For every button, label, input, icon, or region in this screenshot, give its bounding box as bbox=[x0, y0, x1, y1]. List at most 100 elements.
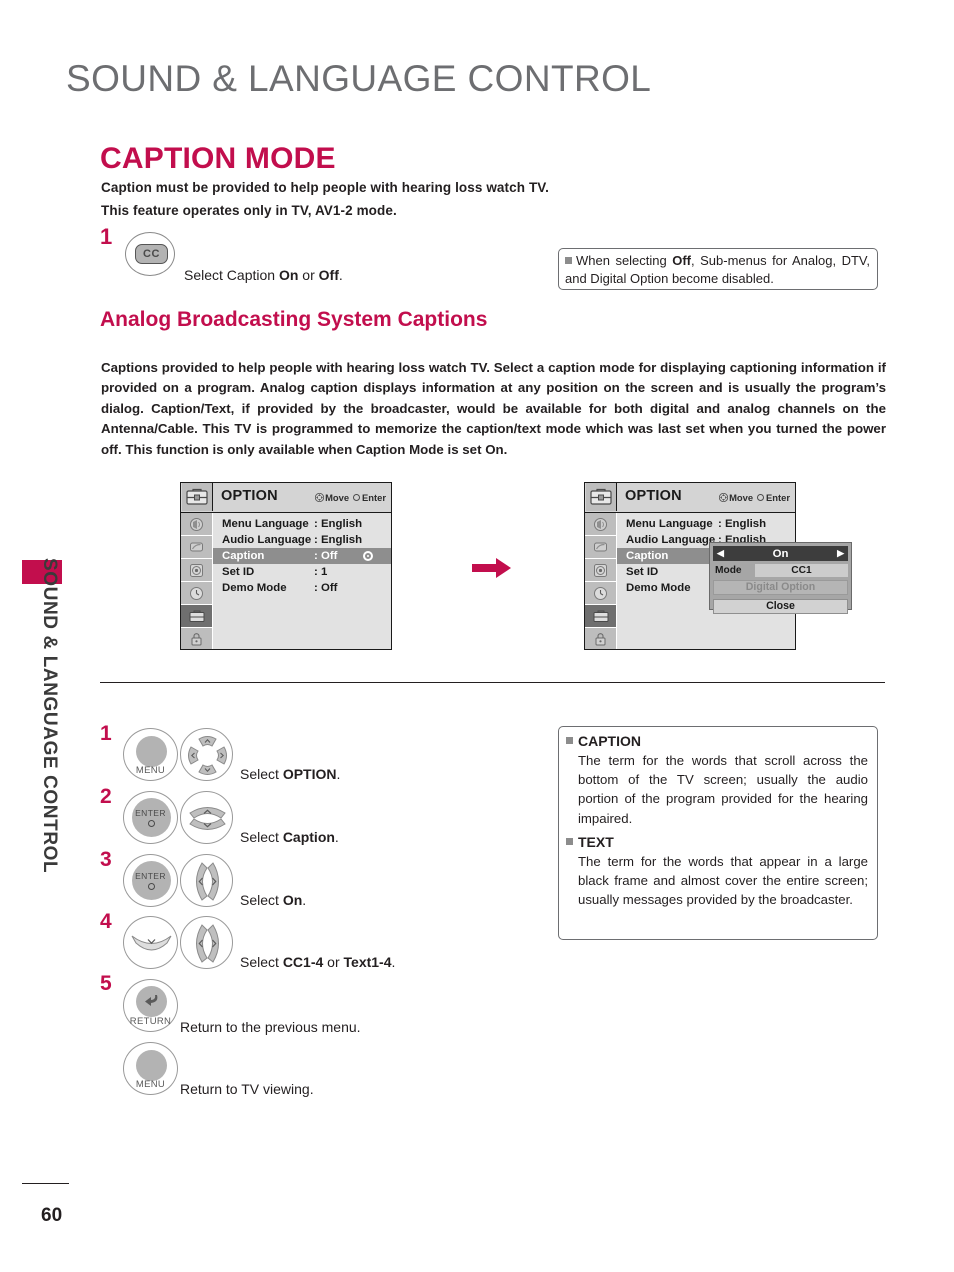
step-5-text: Return to the previous menu. bbox=[180, 1019, 361, 1035]
return-button-label: RETURN bbox=[129, 1016, 172, 1027]
chevron-left-icon[interactable]: ◀ bbox=[717, 549, 724, 558]
popup-mode-label: Mode bbox=[715, 565, 742, 576]
paragraph-bold-caption: Caption bbox=[355, 441, 406, 457]
bullet-square-icon bbox=[566, 837, 573, 845]
osd-row-label: Caption bbox=[222, 550, 265, 562]
menu-button-dot bbox=[136, 736, 167, 767]
dpad-4way-icon bbox=[188, 736, 227, 775]
osd-hint-enter-right: Enter bbox=[766, 492, 790, 503]
enter-dot-icon bbox=[353, 494, 361, 501]
osd-row-label: Demo Mode bbox=[626, 582, 691, 594]
return-button[interactable]: RETURN bbox=[123, 979, 178, 1032]
osd-row-label: Set ID bbox=[626, 566, 659, 578]
dpad-icon bbox=[315, 493, 325, 502]
step-2-text: Select Caption. bbox=[240, 829, 339, 845]
osd-row[interactable]: Set ID : 1 bbox=[213, 564, 391, 580]
popup-digital-option-button[interactable]: Digital Option bbox=[713, 580, 848, 595]
down-button-4[interactable] bbox=[123, 916, 178, 969]
osd-row[interactable]: Demo Mode : Off bbox=[213, 580, 391, 596]
step-3-bold: On bbox=[282, 892, 303, 908]
intro-line-2: This feature operates only in TV, AV1-2 … bbox=[101, 203, 397, 218]
leftright-button-3[interactable] bbox=[180, 854, 233, 907]
step-1-suffix: . bbox=[336, 766, 341, 782]
dpad-4way-button[interactable] bbox=[180, 728, 233, 781]
popup-close-button[interactable]: Close bbox=[713, 599, 848, 614]
step-number-1: 1 bbox=[100, 722, 112, 745]
step-4-text: Select CC1-4 or Text1-4. bbox=[240, 954, 395, 970]
step-number-2: 2 bbox=[100, 785, 112, 808]
osd-rail-left bbox=[181, 513, 213, 651]
rail-item-option[interactable] bbox=[585, 605, 616, 628]
osd-row-value: : 1 bbox=[314, 566, 328, 578]
radio-indicator-icon bbox=[363, 551, 373, 561]
osd-row-label: Audio Language bbox=[222, 534, 312, 546]
menu-return-text: Return to TV viewing. bbox=[180, 1081, 314, 1097]
caption-popup: ◀ On ▶ Mode CC1 Digital Option Close bbox=[709, 542, 852, 614]
osd-row-value: : English bbox=[718, 518, 767, 530]
cc-button[interactable]: CC bbox=[125, 232, 175, 276]
rail-item-screen[interactable] bbox=[181, 536, 212, 559]
note-box: When selecting Off, Sub-menus for Analog… bbox=[558, 248, 878, 290]
info-caption-heading-label: CAPTION bbox=[578, 733, 641, 749]
enter-button-label: ENTER bbox=[135, 808, 166, 818]
osd-row[interactable]: Menu Language : English bbox=[617, 516, 795, 532]
osd-hint-left: Move Enter bbox=[315, 492, 386, 503]
rail-item-lock[interactable] bbox=[585, 628, 616, 651]
note-text: When selecting Off, Sub-menus for Analog… bbox=[565, 252, 870, 288]
osd-title-right: OPTION bbox=[625, 488, 682, 504]
enter-dot-icon bbox=[148, 883, 155, 890]
popup-state-value: On bbox=[772, 547, 789, 560]
page-number: 60 bbox=[41, 1205, 63, 1226]
osd-row-caption[interactable]: Caption : Off bbox=[213, 548, 391, 564]
enter-button-2[interactable]: ENTER bbox=[123, 791, 178, 844]
rail-item-time[interactable] bbox=[585, 582, 616, 605]
step-2-suffix: . bbox=[334, 829, 339, 845]
rail-item-picture[interactable] bbox=[181, 513, 212, 536]
step-number-4: 4 bbox=[100, 910, 112, 933]
osd-row-value: : Off bbox=[314, 582, 338, 594]
osd-menu-left: OPTION Move Enter Menu Language : English bbox=[180, 482, 392, 651]
osd-hint-move-left: Move bbox=[325, 492, 350, 503]
osd-title-left: OPTION bbox=[221, 488, 278, 504]
rail-item-lock[interactable] bbox=[181, 628, 212, 651]
enter-dot-icon bbox=[148, 820, 155, 827]
cc-instruction-mid: or bbox=[298, 267, 319, 283]
up-down-arrows-icon bbox=[189, 807, 226, 830]
step-number-5: 5 bbox=[100, 972, 112, 995]
popup-state-row[interactable]: ◀ On ▶ bbox=[713, 546, 848, 561]
down-arrow-icon bbox=[131, 935, 172, 951]
osd-row-value: : English bbox=[314, 534, 363, 546]
note-text-a: When selecting bbox=[576, 253, 673, 268]
bullet-square-icon bbox=[565, 257, 572, 264]
leftright-button-4[interactable] bbox=[180, 916, 233, 969]
osd-row[interactable]: Menu Language : English bbox=[213, 516, 391, 532]
osd-row[interactable]: Audio Language : English bbox=[213, 532, 391, 548]
menu-button-dot bbox=[136, 1050, 167, 1081]
side-tab-label: SOUND & LANGUAGE CONTROL bbox=[39, 558, 60, 874]
step-4-suffix: . bbox=[391, 954, 396, 970]
chevron-right-icon[interactable]: ▶ bbox=[837, 549, 844, 558]
rail-item-time[interactable] bbox=[181, 582, 212, 605]
osd-rows-left: Menu Language : English Audio Language :… bbox=[213, 513, 391, 649]
menu-button-return[interactable]: MENU bbox=[123, 1042, 178, 1095]
rail-item-picture[interactable] bbox=[585, 513, 616, 536]
body-paragraph: Captions provided to help people with he… bbox=[101, 358, 886, 460]
updown-button[interactable] bbox=[180, 791, 233, 844]
paragraph-bold-on: On bbox=[485, 441, 504, 457]
menu-button-return-label: MENU bbox=[135, 1079, 166, 1090]
rail-item-option[interactable] bbox=[181, 605, 212, 628]
rail-item-audio[interactable] bbox=[585, 559, 616, 582]
menu-button-1[interactable]: MENU bbox=[123, 728, 178, 781]
cc-button-label: CC bbox=[135, 244, 168, 264]
rail-item-screen[interactable] bbox=[585, 536, 616, 559]
return-arrow-icon bbox=[145, 995, 158, 1006]
rail-item-audio[interactable] bbox=[181, 559, 212, 582]
step-3-prefix: Select bbox=[240, 892, 283, 908]
step-3-text: Select On. bbox=[240, 892, 306, 908]
popup-mode-value: CC1 bbox=[755, 564, 848, 577]
info-box: CAPTION The term for the words that scro… bbox=[558, 726, 878, 940]
enter-button-3[interactable]: ENTER bbox=[123, 854, 178, 907]
osd-titlebar: OPTION Move Enter bbox=[181, 483, 391, 513]
step-4-mid: or bbox=[323, 954, 344, 970]
popup-mode-row[interactable]: Mode CC1 bbox=[713, 564, 848, 577]
